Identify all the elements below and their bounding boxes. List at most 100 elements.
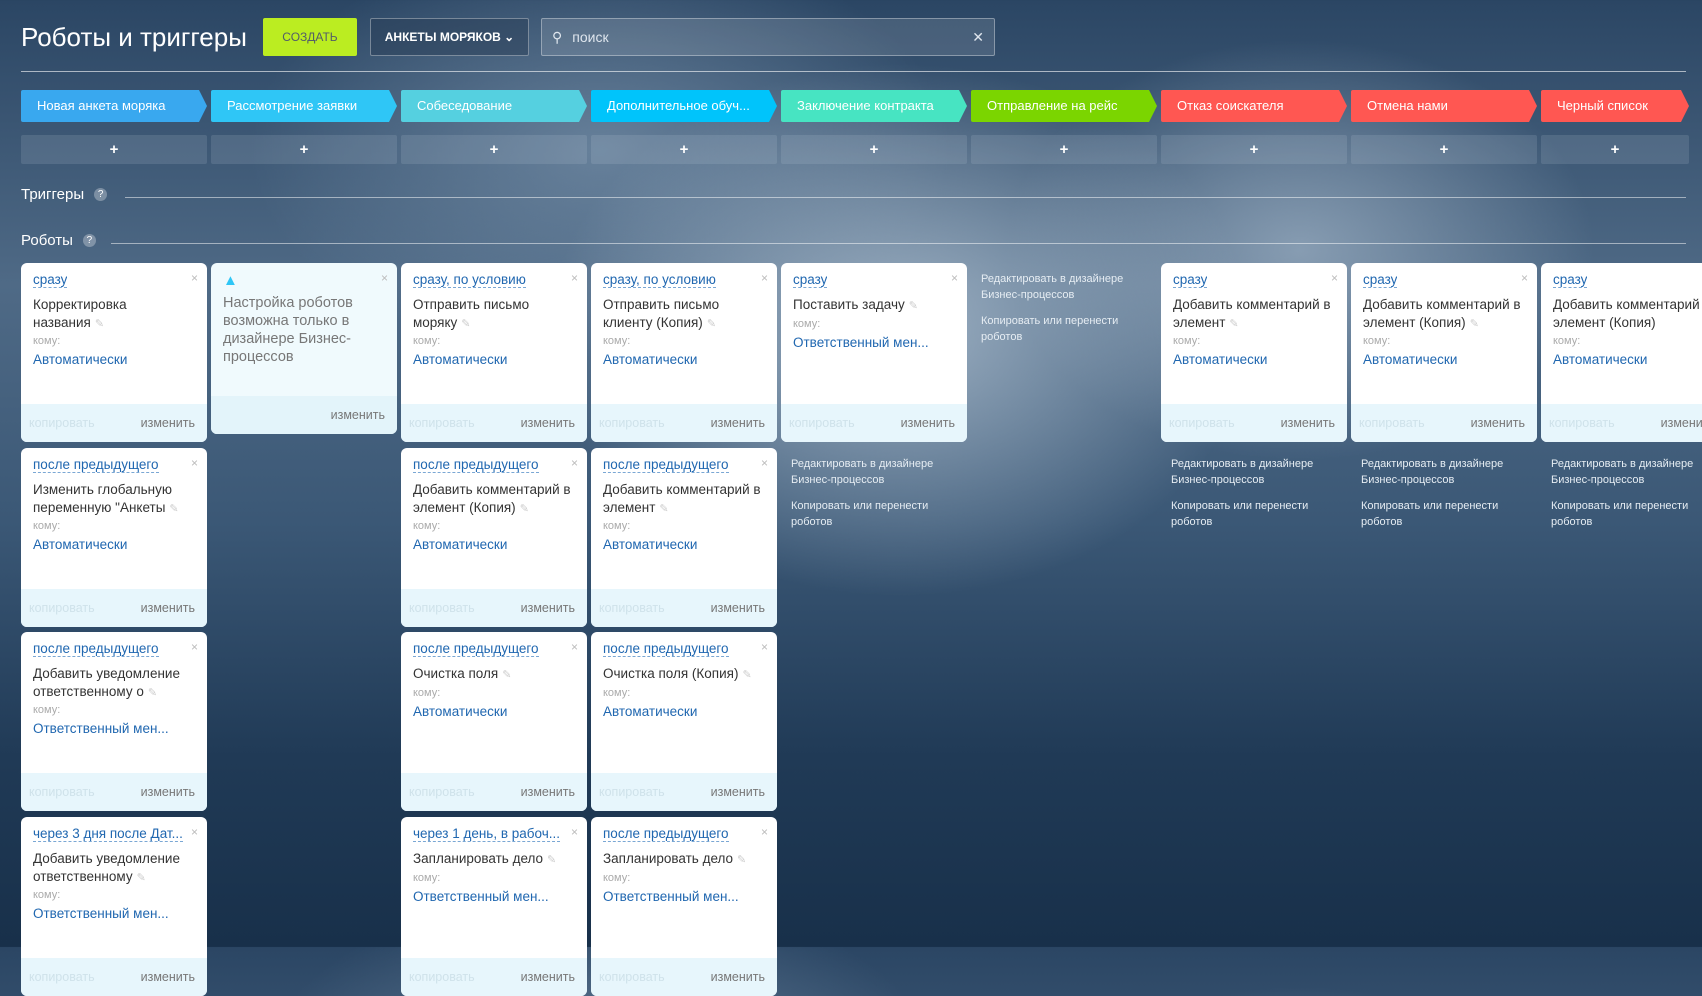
trigger-condition-link[interactable]: после предыдущего (33, 457, 159, 473)
stage-column-header[interactable]: Дополнительное обуч... (591, 90, 777, 122)
add-robot-button[interactable]: + (781, 135, 967, 164)
add-robot-button[interactable]: + (21, 135, 207, 164)
clear-icon[interactable]: ✕ (972, 29, 984, 46)
edit-link[interactable]: изменить (521, 601, 575, 615)
add-robot-button[interactable]: + (211, 135, 397, 164)
close-icon[interactable]: × (191, 825, 198, 839)
copy-link[interactable]: копировать (599, 416, 665, 430)
stage-column-header[interactable]: Заключение контракта (781, 90, 967, 122)
copy-link[interactable]: копировать (1359, 416, 1425, 430)
copy-move-robots-link[interactable]: Копировать или перенести роботов (1361, 498, 1541, 530)
recipient-value[interactable]: Ответственный мен... (33, 721, 195, 736)
pencil-icon[interactable]: ✎ (520, 503, 529, 515)
edit-in-designer-link[interactable]: Редактировать в дизайнере Бизнес-процесс… (981, 271, 1161, 303)
copy-link[interactable]: копировать (1169, 416, 1235, 430)
robot-card[interactable]: после предыдущего × Изменить глобальную … (21, 448, 207, 627)
edit-link[interactable]: изменить (711, 785, 765, 799)
robot-card[interactable]: сразу, по условию × Отправить письмо кли… (591, 263, 777, 442)
robot-card[interactable]: сразу × Поставить задачу ✎ кому: Ответств… (781, 263, 967, 442)
pencil-icon[interactable]: ✎ (169, 503, 178, 515)
copy-link[interactable]: копировать (29, 416, 95, 430)
close-icon[interactable]: × (191, 640, 198, 654)
stage-column-header[interactable]: Черный список (1541, 90, 1689, 122)
trigger-condition-link[interactable]: после предыдущего (603, 826, 729, 842)
copy-link[interactable]: копировать (409, 601, 475, 615)
trigger-condition-link[interactable]: после предыдущего (603, 641, 729, 657)
recipient-value[interactable]: Автоматически (603, 704, 765, 719)
edit-link[interactable]: изменить (141, 416, 195, 430)
create-button[interactable]: СОЗДАТЬ (263, 18, 357, 56)
copy-link[interactable]: копировать (1549, 416, 1615, 430)
recipient-value[interactable]: Автоматически (413, 537, 575, 552)
recipient-value[interactable]: Ответственный мен... (603, 889, 765, 904)
edit-link[interactable]: изменить (711, 601, 765, 615)
recipient-value[interactable]: Автоматически (603, 352, 765, 367)
add-robot-button[interactable]: + (401, 135, 587, 164)
edit-link[interactable]: изменить (141, 785, 195, 799)
trigger-condition-link[interactable]: сразу (1173, 272, 1208, 288)
recipient-value[interactable]: Автоматически (1553, 352, 1702, 367)
close-icon[interactable]: × (191, 271, 198, 285)
pencil-icon[interactable]: ✎ (1470, 318, 1479, 330)
robot-card[interactable]: после предыдущего × Добавить комментарий… (401, 448, 587, 627)
pencil-icon[interactable]: ✎ (742, 669, 751, 681)
pencil-icon[interactable]: ✎ (659, 503, 668, 515)
recipient-value[interactable]: Ответственный мен... (33, 906, 195, 921)
edit-in-designer-link[interactable]: Редактировать в дизайнере Бизнес-процесс… (1551, 456, 1702, 488)
pencil-icon[interactable]: ✎ (737, 854, 746, 866)
close-icon[interactable]: × (761, 271, 768, 285)
edit-in-designer-link[interactable]: Редактировать в дизайнере Бизнес-процесс… (1171, 456, 1351, 488)
robot-card[interactable]: после предыдущего × Добавить уведомление… (21, 632, 207, 811)
robot-card[interactable]: через 3 дня после Дат... × Добавить увед… (21, 817, 207, 996)
pencil-icon[interactable]: ✎ (547, 854, 556, 866)
recipient-value[interactable]: Автоматически (33, 537, 195, 552)
trigger-condition-link[interactable]: сразу (33, 272, 68, 288)
close-icon[interactable]: × (761, 825, 768, 839)
close-icon[interactable]: × (381, 271, 388, 285)
trigger-condition-link[interactable]: после предыдущего (33, 641, 159, 657)
entity-dropdown[interactable]: АНКЕТЫ МОРЯКОВ ⌄ (370, 18, 529, 56)
robot-card[interactable]: через 1 день, в рабоч... × Запланировать… (401, 817, 587, 996)
trigger-condition-link[interactable]: сразу (1363, 272, 1398, 288)
pencil-icon[interactable]: ✎ (909, 300, 918, 312)
pencil-icon[interactable]: ✎ (137, 872, 146, 884)
robot-card[interactable]: сразу × Добавить комментарий в элемент (… (1351, 263, 1537, 442)
search-input[interactable]: ⚲ поиск ✕ (541, 18, 995, 56)
edit-in-designer-link[interactable]: Редактировать в дизайнере Бизнес-процесс… (791, 456, 971, 488)
edit-link[interactable]: изменить (521, 416, 575, 430)
edit-link[interactable]: изменить (1661, 416, 1702, 430)
recipient-value[interactable]: Автоматически (1363, 352, 1525, 367)
add-robot-button[interactable]: + (1351, 135, 1537, 164)
trigger-condition-link[interactable]: сразу, по условию (603, 272, 716, 288)
robot-card[interactable]: сразу × Корректировка названия ✎ кому: Ав… (21, 263, 207, 442)
robot-card[interactable]: сразу × Добавить комментарий в элемент (… (1541, 263, 1702, 442)
edit-link[interactable]: изменить (1281, 416, 1335, 430)
trigger-condition-link[interactable]: через 3 дня после Дат... (33, 826, 183, 842)
close-icon[interactable]: × (571, 271, 578, 285)
edit-link[interactable]: изменить (711, 416, 765, 430)
copy-move-robots-link[interactable]: Копировать или перенести роботов (1171, 498, 1351, 530)
copy-link[interactable]: копировать (29, 601, 95, 615)
close-icon[interactable]: × (1521, 271, 1528, 285)
pencil-icon[interactable]: ✎ (148, 687, 157, 699)
close-icon[interactable]: × (571, 640, 578, 654)
close-icon[interactable]: × (761, 640, 768, 654)
stage-column-header[interactable]: Отправление на рейс (971, 90, 1157, 122)
edit-link[interactable]: изменить (141, 601, 195, 615)
close-icon[interactable]: × (1331, 271, 1338, 285)
copy-move-robots-link[interactable]: Копировать или перенести роботов (981, 313, 1161, 345)
copy-link[interactable]: копировать (789, 416, 855, 430)
add-robot-button[interactable]: + (1541, 135, 1689, 164)
trigger-condition-link[interactable]: через 1 день, в рабоч... (413, 826, 561, 842)
trigger-condition-link[interactable]: после предыдущего (413, 641, 539, 657)
copy-link[interactable]: копировать (29, 785, 95, 799)
edit-link[interactable]: изменить (331, 408, 385, 422)
robot-card[interactable]: после предыдущего × Очистка поля (Копия)… (591, 632, 777, 811)
stage-column-header[interactable]: Собеседование (401, 90, 587, 122)
edit-link[interactable]: изменить (521, 970, 575, 984)
stage-column-header[interactable]: Отмена нами (1351, 90, 1537, 122)
recipient-value[interactable]: Автоматически (33, 352, 195, 367)
help-icon[interactable]: ? (82, 234, 96, 247)
copy-link[interactable]: копировать (409, 970, 475, 984)
trigger-condition-link[interactable]: после предыдущего (603, 457, 729, 473)
